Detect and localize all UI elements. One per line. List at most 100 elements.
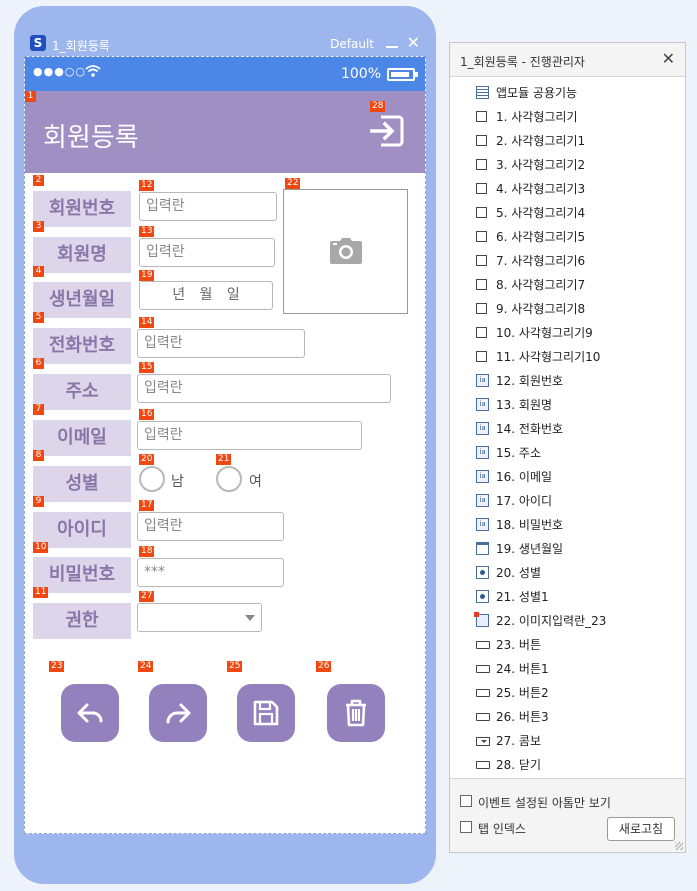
event-only-label: 이벤트 설정된 아톰만 보기 <box>478 796 611 810</box>
radio-icon <box>476 590 489 603</box>
tree-item-label: 22. 이미지입력란_23 <box>496 614 607 628</box>
button-icon <box>476 713 490 721</box>
tree-item-label: 15. 주소 <box>496 446 541 460</box>
tree-item-label: 26. 버튼3 <box>496 710 549 724</box>
email-input[interactable]: 입력란 <box>137 421 362 450</box>
event-only-checkbox[interactable] <box>460 795 472 807</box>
textfield-icon: ia <box>476 470 489 483</box>
rectangle-icon <box>476 327 487 338</box>
resize-grip-icon[interactable] <box>675 842 683 850</box>
badge: 7 <box>33 404 44 415</box>
badge: 12 <box>139 180 155 191</box>
share-forward-icon <box>166 703 191 724</box>
badge: 26 <box>316 661 332 672</box>
rectangle-icon <box>476 231 487 242</box>
tab-index-label: 탭 인덱스 <box>478 822 526 836</box>
delete-button[interactable] <box>327 684 385 742</box>
badge: 21 <box>216 454 232 465</box>
save-button[interactable] <box>237 684 295 742</box>
tree-item-label: 9. 사각형그리기8 <box>496 302 586 316</box>
tree-item-label: 19. 생년월일 <box>496 542 564 556</box>
calendar-icon <box>476 542 489 555</box>
tree-item-label: 28. 닫기 <box>496 758 541 772</box>
tree-item-label: 20. 성별 <box>496 566 541 580</box>
image-input-box[interactable] <box>283 189 408 314</box>
birth-date-input[interactable]: 년 월 일 <box>139 281 273 310</box>
button-icon <box>476 665 490 673</box>
close-icon[interactable]: ✕ <box>662 49 675 68</box>
minimize-icon[interactable] <box>386 46 398 48</box>
tree-item-label: 27. 콤보 <box>496 734 541 748</box>
label-phone: 전화번호 <box>33 328 131 364</box>
rectangle-icon <box>476 255 487 266</box>
tree-item-label: 4. 사각형그리기3 <box>496 182 586 196</box>
label-member-no: 회원번호 <box>33 191 131 227</box>
tree-item-label: 17. 아이디 <box>496 494 553 508</box>
name-input[interactable]: 입력란 <box>139 238 275 267</box>
badge: 9 <box>33 496 44 507</box>
back-button[interactable] <box>61 684 119 742</box>
role-combo[interactable] <box>137 603 262 632</box>
profile-label[interactable]: Default <box>330 37 374 51</box>
badge: 28 <box>370 101 386 112</box>
tree-item-label: 21. 성별1 <box>496 590 549 604</box>
label-name: 회원명 <box>33 237 131 273</box>
badge: 3 <box>33 221 44 232</box>
badge: 23 <box>49 661 65 672</box>
member-no-input[interactable]: 입력란 <box>139 192 277 221</box>
tree-item-label: 3. 사각형그리기2 <box>496 158 586 172</box>
forward-button[interactable] <box>149 684 207 742</box>
user-id-input[interactable]: 입력란 <box>137 512 284 541</box>
panel-title: 1_회원등록 - 진행관리자 <box>460 55 585 69</box>
reply-icon <box>77 703 103 723</box>
badge: 16 <box>139 409 155 420</box>
tree-item-label: 18. 비밀번호 <box>496 518 564 532</box>
badge: 18 <box>139 546 155 557</box>
status-bar: ●●●○○ 100% <box>25 57 425 91</box>
tree-item-label: 8. 사각형그리기7 <box>496 278 586 292</box>
camera-icon <box>330 238 362 264</box>
close-icon[interactable]: ✕ <box>407 34 420 52</box>
rectangle-icon <box>476 279 487 290</box>
login-icon[interactable] <box>367 111 407 151</box>
label-gender: 성별 <box>33 466 131 502</box>
tree-item-label: 앱모듈 공용기능 <box>496 86 578 100</box>
label-address: 주소 <box>33 374 131 410</box>
badge: 17 <box>139 500 155 511</box>
password-input[interactable]: *** <box>137 558 284 587</box>
tree-item-label: 10. 사각형그리기9 <box>496 326 593 340</box>
trash-icon <box>346 699 366 727</box>
tree-item-label: 1. 사각형그리기 <box>496 110 578 124</box>
gender-male-radio[interactable] <box>139 466 165 492</box>
textfield-icon: ia <box>476 446 489 459</box>
badge: 13 <box>139 226 155 237</box>
rectangle-icon <box>476 351 487 362</box>
badge: 8 <box>33 450 44 461</box>
address-input[interactable]: 입력란 <box>137 374 391 403</box>
phone-input[interactable]: 입력란 <box>137 329 305 358</box>
tab-index-checkbox[interactable] <box>460 821 472 833</box>
app-screen: ●●●○○ 100% 회원등록 회원번호 회원명 생년월일 전화번호 주소 이메… <box>24 56 426 834</box>
refresh-button[interactable]: 새로고침 <box>607 817 675 841</box>
rectangle-icon <box>476 135 487 146</box>
badge: 10 <box>33 542 49 553</box>
textfield-icon: ia <box>476 518 489 531</box>
window-title: 1_회원등록 <box>52 39 110 53</box>
tree-item-label: 24. 버튼1 <box>496 662 549 676</box>
button-icon <box>476 761 490 769</box>
phone-frame: S 1_회원등록 Default ✕ ●●●○○ 100% 회원등록 회원번호 … <box>14 6 436 884</box>
textfield-icon: ia <box>476 374 489 387</box>
rectangle-icon <box>476 303 487 314</box>
textfield-icon: ia <box>476 494 489 507</box>
chevron-down-icon <box>245 615 255 621</box>
image-icon <box>474 612 489 627</box>
table-icon <box>476 86 489 99</box>
tree-item-label: 11. 사각형그리기10 <box>496 350 601 364</box>
tree-item-label: 2. 사각형그리기1 <box>496 134 586 148</box>
gender-female-radio[interactable] <box>216 466 242 492</box>
badge: 19 <box>139 270 155 281</box>
combo-icon <box>476 737 490 746</box>
label-role: 권한 <box>33 603 131 639</box>
rectangle-icon <box>476 207 487 218</box>
tree-item-label: 12. 회원번호 <box>496 374 564 388</box>
